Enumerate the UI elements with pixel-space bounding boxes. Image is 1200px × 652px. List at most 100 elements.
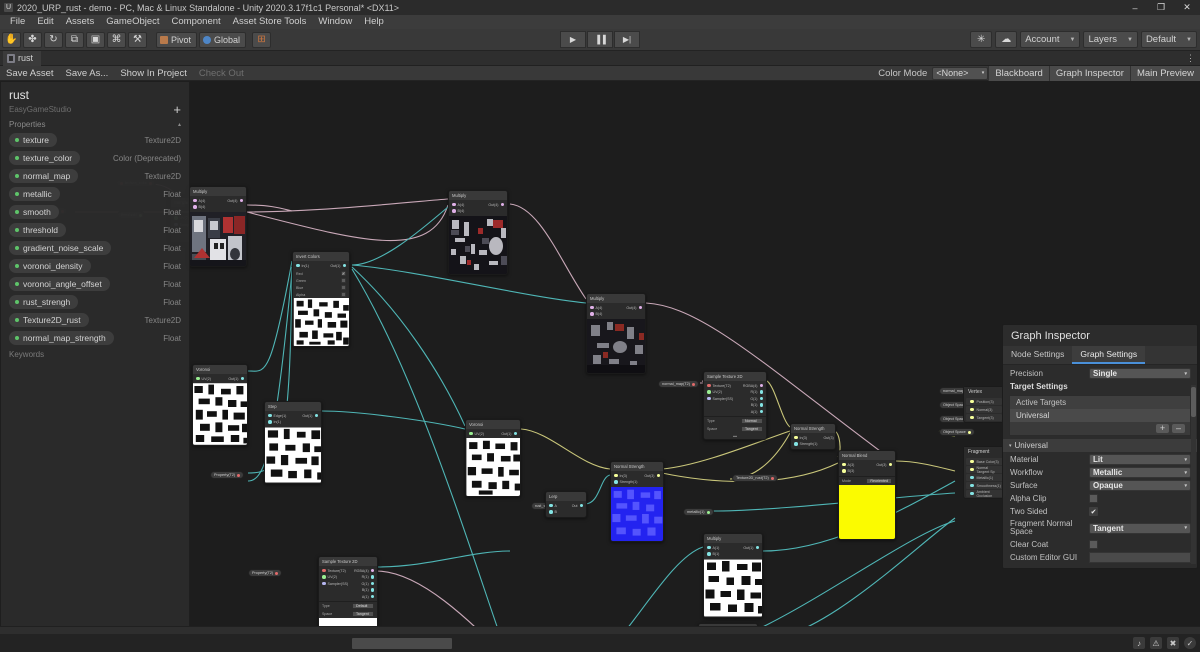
pause-button[interactable]: ▐▐ [587, 31, 613, 48]
menu-item-help[interactable]: Help [358, 15, 390, 29]
row-clear-coat[interactable]: Clear Coat [1003, 538, 1197, 551]
row-two-sided[interactable]: Two Sided ✔ [1003, 505, 1197, 518]
node-control-type[interactable]: Type Normal [704, 417, 766, 425]
close-button[interactable]: ✕ [1174, 0, 1200, 15]
node-step-1[interactable]: Step Edge(1) In(1) Out(1) [264, 401, 322, 484]
tab-graph-settings[interactable]: Graph Settings [1072, 346, 1145, 364]
property-row-rust-strengh[interactable]: rust_strengh Float [1, 293, 189, 311]
rotate-tool-icon[interactable]: ↻ [44, 32, 63, 48]
node-normal-strength-2[interactable]: Normal Strength In(3) Strength(1) Out(3) [790, 423, 836, 450]
node-lerp[interactable]: Lerp A B Out [545, 491, 587, 518]
control-value[interactable]: Tangent [352, 611, 374, 617]
property-row-threshold[interactable]: threshold Float [1, 221, 189, 239]
inspector-scrollbar[interactable] [1191, 385, 1196, 564]
property-node-object-space-3[interactable]: Object Space [939, 428, 975, 436]
console-error-icon[interactable]: ✖ [1167, 637, 1179, 649]
menu-item-edit[interactable]: Edit [31, 15, 59, 29]
row-material[interactable]: Material Lit ▾ [1003, 453, 1197, 466]
layers-dropdown[interactable]: Layers ▼ [1083, 31, 1137, 48]
node-multiply-metallic[interactable]: Multiply A(1) B(1) Out(1) [703, 533, 763, 618]
menu-item-asset-store-tools[interactable]: Asset Store Tools [227, 15, 313, 29]
property-row-normal-map-strength[interactable]: normal_map_strength Float [1, 329, 189, 347]
clear-coat-checkbox[interactable] [1089, 540, 1098, 549]
node-control-red[interactable]: Red✓ [293, 270, 349, 277]
menu-item-gameobject[interactable]: GameObject [100, 15, 165, 29]
node-multiply-rust[interactable]: Multiply A(4) B(4) Out(4) [586, 293, 646, 374]
transform-tool-icon[interactable]: ⌘ [107, 32, 126, 48]
blackboard-toggle[interactable]: Blackboard [988, 66, 1049, 81]
pivot-toggle[interactable]: Pivot [156, 32, 197, 48]
shader-graph-canvas[interactable]: texture_color Property(T2) threshold Pro… [0, 81, 1200, 643]
account-dropdown[interactable]: Account ▼ [1020, 31, 1080, 48]
tab-rust[interactable]: rust [3, 51, 41, 66]
menu-item-file[interactable]: File [4, 15, 31, 29]
move-tool-icon[interactable]: ✤ [23, 32, 42, 48]
minimize-button[interactable]: – [1122, 0, 1148, 15]
surface-select[interactable]: Opaque ▾ [1089, 480, 1191, 491]
collab-icon[interactable]: ✳ [970, 31, 992, 48]
row-precision[interactable]: Precision Single ▾ [1003, 367, 1197, 380]
node-control-type[interactable]: Type Default [319, 602, 377, 610]
menu-item-window[interactable]: Window [312, 15, 358, 29]
node-invert-colors[interactable]: Invert Colors In(1) Out(1) Red✓ Green Bl… [292, 251, 350, 347]
graph-inspector-panel[interactable]: Graph Inspector Node Settings Graph Sett… [1002, 324, 1198, 569]
save-asset-button[interactable]: Save Asset [0, 66, 60, 81]
control-value[interactable]: Tangent [741, 426, 763, 432]
play-button[interactable]: ▶ [560, 31, 586, 48]
property-node-normal-map[interactable]: normal_map(T2) [658, 380, 699, 388]
menu-item-assets[interactable]: Assets [60, 15, 101, 29]
node-control-space[interactable]: Space Tangent [704, 425, 766, 433]
hand-tool-icon[interactable]: ✋ [2, 32, 21, 48]
property-row-normal-map[interactable]: normal_map Texture2D [1, 167, 189, 185]
node-normal-strength-1[interactable]: Normal Strength In(3) Strength(1) Out(3) [610, 461, 664, 542]
node-control-alpha[interactable]: Alpha [293, 291, 349, 298]
row-surface[interactable]: Surface Opaque ▾ [1003, 479, 1197, 492]
property-row-metallic[interactable]: metallic Float [1, 185, 189, 203]
property-row-texture2d-rust[interactable]: Texture2D_rust Texture2D [1, 311, 189, 329]
properties-section-header[interactable]: Properties ▴ [1, 116, 189, 131]
control-value[interactable]: Default [352, 603, 374, 609]
row-custom-editor-gui[interactable]: Custom Editor GUI [1003, 551, 1197, 564]
property-row-texture[interactable]: texture Texture2D [1, 131, 189, 149]
graph-inspector-toggle[interactable]: Graph Inspector [1049, 66, 1130, 81]
layout-dropdown[interactable]: Default ▼ [1141, 31, 1197, 48]
node-multiply-basecolor[interactable]: Multiply A(4) B(4) Out(4) [189, 186, 247, 267]
active-target-item[interactable]: Universal [1010, 409, 1190, 422]
add-target-button[interactable]: + [1156, 424, 1169, 433]
add-property-button[interactable]: + [173, 105, 181, 114]
master-stack-fragment[interactable]: Fragment Base Color(3) Normal Tangent Sp… [963, 446, 1007, 499]
alpha-clip-checkbox[interactable] [1089, 494, 1098, 503]
node-control-green[interactable]: Green [293, 277, 349, 284]
tab-options-icon[interactable]: ⋮ [1186, 53, 1195, 64]
row-alpha-clip[interactable]: Alpha Clip [1003, 492, 1197, 505]
step-button[interactable]: ▶| [614, 31, 640, 48]
menu-item-component[interactable]: Component [166, 15, 227, 29]
precision-select[interactable]: Single ▾ [1089, 368, 1191, 379]
two-sided-checkbox[interactable]: ✔ [1089, 507, 1098, 516]
scrollbar-thumb[interactable] [1191, 387, 1196, 417]
rect-tool-icon[interactable]: ▣ [86, 32, 105, 48]
console-warning-icon[interactable]: ⚠ [1150, 637, 1162, 649]
property-row-voronoi-angle-offset[interactable]: voronoi_angle_offset Float [1, 275, 189, 293]
property-node-texture2d-rust[interactable]: Property(T2) [248, 569, 282, 577]
node-collapse-handle[interactable]: ▬ [704, 433, 766, 439]
node-control-space[interactable]: Space Tangent [319, 610, 377, 618]
node-sample-texture-2d-normal[interactable]: Sample Texture 2D Texture(T2) UV(2) Samp… [703, 371, 767, 440]
master-stack-vertex[interactable]: Vertex Position(3) Normal(3) Tangent(3) [963, 386, 1005, 423]
property-node-gradient-noise[interactable]: Property(T2) [210, 471, 244, 479]
property-row-voronoi-density[interactable]: voronoi_density Float [1, 257, 189, 275]
save-as-button[interactable]: Save As... [60, 66, 115, 81]
custom-tool-icon[interactable]: ⚒ [128, 32, 147, 48]
main-preview-toggle[interactable]: Main Preview [1130, 66, 1200, 81]
grid-snap-icon[interactable]: ⊞ [252, 32, 271, 48]
blackboard-panel[interactable]: rust EasyGameStudio + Properties ▴ textu… [0, 81, 190, 643]
property-row-smooth[interactable]: smooth Float [1, 203, 189, 221]
custom-editor-gui-input[interactable] [1089, 552, 1191, 563]
property-row-texture-color[interactable]: texture_color Color (Deprecated) [1, 149, 189, 167]
property-node-rust-texture[interactable]: Texture2D_rust(T2) [732, 474, 778, 482]
node-voronoi-2[interactable]: Voronoi UV(2) Out(1) [465, 419, 521, 497]
node-normal-blend[interactable]: Normal Blend A(3) B(3) Out(3) Mode Reori… [838, 450, 896, 540]
keywords-section-header[interactable]: Keywords [1, 347, 189, 362]
property-row-gradient-noise-scale[interactable]: gradient_noise_scale Float [1, 239, 189, 257]
node-multiply-top[interactable]: Multiply A(4) B(4) Out(4) [448, 190, 508, 275]
